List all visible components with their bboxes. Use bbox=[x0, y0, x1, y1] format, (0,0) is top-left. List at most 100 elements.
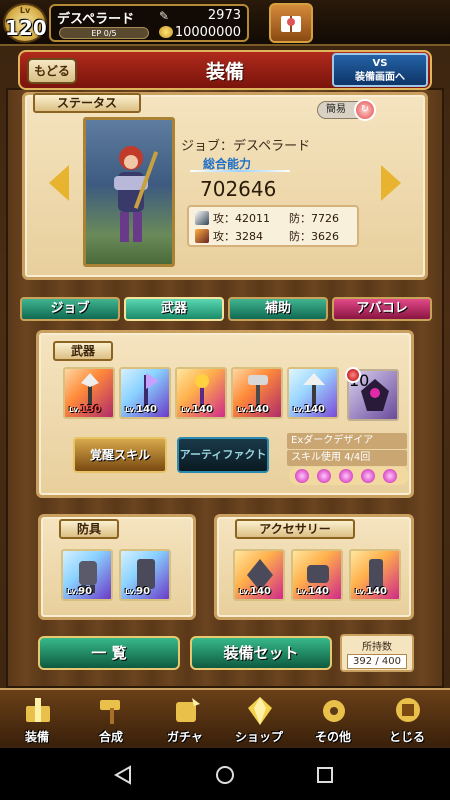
inventory-count-value: 392 / 400 bbox=[347, 654, 407, 669]
nav-gacha-label: ガチャ bbox=[167, 730, 203, 744]
artifact-button[interactable]: アーティファクト bbox=[177, 437, 269, 473]
nav-gacha[interactable]: ガチャ bbox=[150, 694, 220, 746]
gem-icon bbox=[345, 367, 361, 383]
defense-stat-2: 防：3626 bbox=[289, 230, 339, 243]
nav-close[interactable]: とじる bbox=[372, 694, 442, 746]
armor-panel: 防具 Lv.90 Lv.90 bbox=[38, 514, 196, 620]
level-value: 120 bbox=[5, 16, 47, 40]
accessory-panel: アクセサリー Lv.140 Lv.140 Lv.140 bbox=[214, 514, 414, 620]
tab-avacolle[interactable]: アバコレ bbox=[332, 297, 432, 321]
ability-divider bbox=[190, 170, 290, 172]
vs-equipment-button[interactable]: VS 装備画面へ bbox=[332, 53, 428, 87]
nav-equip[interactable]: 装備 bbox=[2, 694, 72, 746]
weapon-card[interactable]: Lv.140 bbox=[175, 367, 227, 419]
nav-shop-label: ショップ bbox=[234, 730, 283, 744]
prev-arrow-icon[interactable] bbox=[49, 165, 69, 201]
weapon-level: Lv.140 bbox=[237, 404, 269, 415]
player-info: デスペラード EP 0/5 ✎ 2973 10000000 bbox=[49, 4, 249, 42]
skill-orb-icon bbox=[317, 469, 331, 483]
skill-orb-icon bbox=[339, 469, 353, 483]
weapon-card[interactable]: Lv.140 bbox=[119, 367, 171, 419]
equip-icon bbox=[26, 698, 50, 722]
gear-icon bbox=[323, 700, 345, 722]
vs-label: VS bbox=[372, 58, 388, 69]
nav-close-label: とじる bbox=[388, 730, 425, 744]
armor-level: Lv.90 bbox=[67, 586, 93, 597]
ability-value: 702646 bbox=[200, 177, 277, 201]
page-title: 装備 bbox=[205, 61, 244, 83]
armor-card[interactable]: Lv.90 bbox=[119, 549, 171, 601]
weapon-section-label: 武器 bbox=[53, 341, 113, 361]
tab-job[interactable]: ジョブ bbox=[20, 297, 120, 321]
refresh-icon: ↻ bbox=[354, 99, 376, 121]
attack-stat-1: 攻：42011 bbox=[213, 212, 270, 225]
job-line: ジョブ：デスペラード bbox=[181, 139, 311, 154]
player-name: デスペラード bbox=[57, 12, 135, 27]
defense-stat-1: 防：7726 bbox=[289, 212, 339, 225]
weapon-level: Lv.140 bbox=[125, 404, 157, 415]
inventory-count: 所持数 392 / 400 bbox=[340, 634, 414, 672]
awaken-skill-button[interactable]: 覚醒スキル bbox=[73, 437, 167, 473]
simple-view-toggle[interactable]: 簡易 ↻ bbox=[317, 99, 376, 121]
weapon-card[interactable]: Lv.130 bbox=[63, 367, 115, 419]
book-menu-button[interactable] bbox=[269, 3, 313, 43]
accessory-level: Lv.140 bbox=[355, 586, 387, 597]
skill-count: スキル使用 4/4回 bbox=[287, 450, 407, 466]
skill-orbs bbox=[289, 467, 409, 485]
weapon-panel: 武器 Lv.130 Lv.140 Lv.140 Lv.140 Lv.140 10 bbox=[36, 330, 414, 498]
tab-weapon[interactable]: 武器 bbox=[124, 297, 224, 321]
weapon-card[interactable]: Lv.140 bbox=[231, 367, 283, 419]
inventory-count-label: 所持数 bbox=[362, 642, 392, 653]
accessory-card[interactable]: Lv.140 bbox=[291, 549, 343, 601]
accessory-level: Lv.140 bbox=[297, 586, 329, 597]
skill-orb-icon bbox=[295, 469, 309, 483]
recents-icon[interactable] bbox=[314, 764, 336, 786]
nav-synthesis[interactable]: 合成 bbox=[76, 694, 146, 746]
book-icon bbox=[281, 16, 301, 32]
nav-equip-label: 装備 bbox=[24, 730, 49, 744]
nav-shop[interactable]: ショップ bbox=[224, 694, 294, 746]
ep-bar: EP 0/5 bbox=[59, 27, 149, 39]
vs-sub-label: 装備画面へ bbox=[355, 72, 405, 83]
equipment-screen: Lv 120 デスペラード EP 0/5 ✎ 2973 10000000 もどる… bbox=[0, 0, 450, 800]
staff-icon bbox=[195, 229, 209, 243]
simple-view-label: 簡易 bbox=[326, 104, 346, 115]
bottom-nav: 装備 合成 ガチャ ショップ その他 とじる bbox=[0, 688, 450, 746]
ep-text: EP 0/5 bbox=[91, 29, 117, 38]
weapon-level: Lv.140 bbox=[181, 404, 213, 415]
back-button[interactable]: もどる bbox=[27, 58, 77, 84]
nav-other-label: その他 bbox=[314, 730, 351, 744]
status-panel: ステータス 簡易 ↻ ジョブ：デスペラード 総合能力 702646 攻：4201… bbox=[22, 92, 428, 280]
sword-icon bbox=[195, 211, 209, 225]
weapon-level: Lv.140 bbox=[293, 404, 325, 415]
skill-orb-icon bbox=[361, 469, 375, 483]
home-icon[interactable] bbox=[214, 764, 236, 786]
gacha-icon bbox=[176, 698, 200, 722]
weapon-level: Lv.130 bbox=[69, 404, 101, 415]
dark-weapon-icon bbox=[361, 379, 389, 411]
equipment-set-button[interactable]: 装備セット bbox=[190, 636, 332, 670]
coin-icon bbox=[159, 26, 173, 38]
accessory-level: Lv.140 bbox=[239, 586, 271, 597]
back-icon[interactable] bbox=[112, 764, 134, 786]
accessory-card[interactable]: Lv.140 bbox=[349, 549, 401, 601]
attack-stat-2: 攻：3284 bbox=[213, 230, 263, 243]
nav-other[interactable]: その他 bbox=[298, 694, 368, 746]
skill-orb-icon bbox=[383, 469, 397, 483]
weapon-card[interactable]: Lv.140 bbox=[287, 367, 339, 419]
character-portrait bbox=[83, 117, 175, 267]
skill-name: Exダークデザイア bbox=[287, 433, 407, 449]
top-status-bar: Lv 120 デスペラード EP 0/5 ✎ 2973 10000000 bbox=[0, 0, 450, 46]
level-label: Lv bbox=[19, 6, 31, 15]
armor-card[interactable]: Lv.90 bbox=[61, 549, 113, 601]
accessory-card[interactable]: Lv.140 bbox=[233, 549, 285, 601]
tab-support[interactable]: 補助 bbox=[228, 297, 328, 321]
list-button[interactable]: 一 覧 bbox=[38, 636, 180, 670]
system-nav-bar bbox=[0, 748, 450, 800]
screen-header: もどる 装備 VS 装備画面へ bbox=[18, 50, 432, 90]
close-icon bbox=[396, 698, 420, 722]
next-arrow-icon[interactable] bbox=[381, 165, 401, 201]
nav-synthesis-label: 合成 bbox=[98, 730, 123, 744]
gold-value: 10000000 bbox=[174, 25, 241, 40]
hammer-icon bbox=[100, 700, 120, 724]
